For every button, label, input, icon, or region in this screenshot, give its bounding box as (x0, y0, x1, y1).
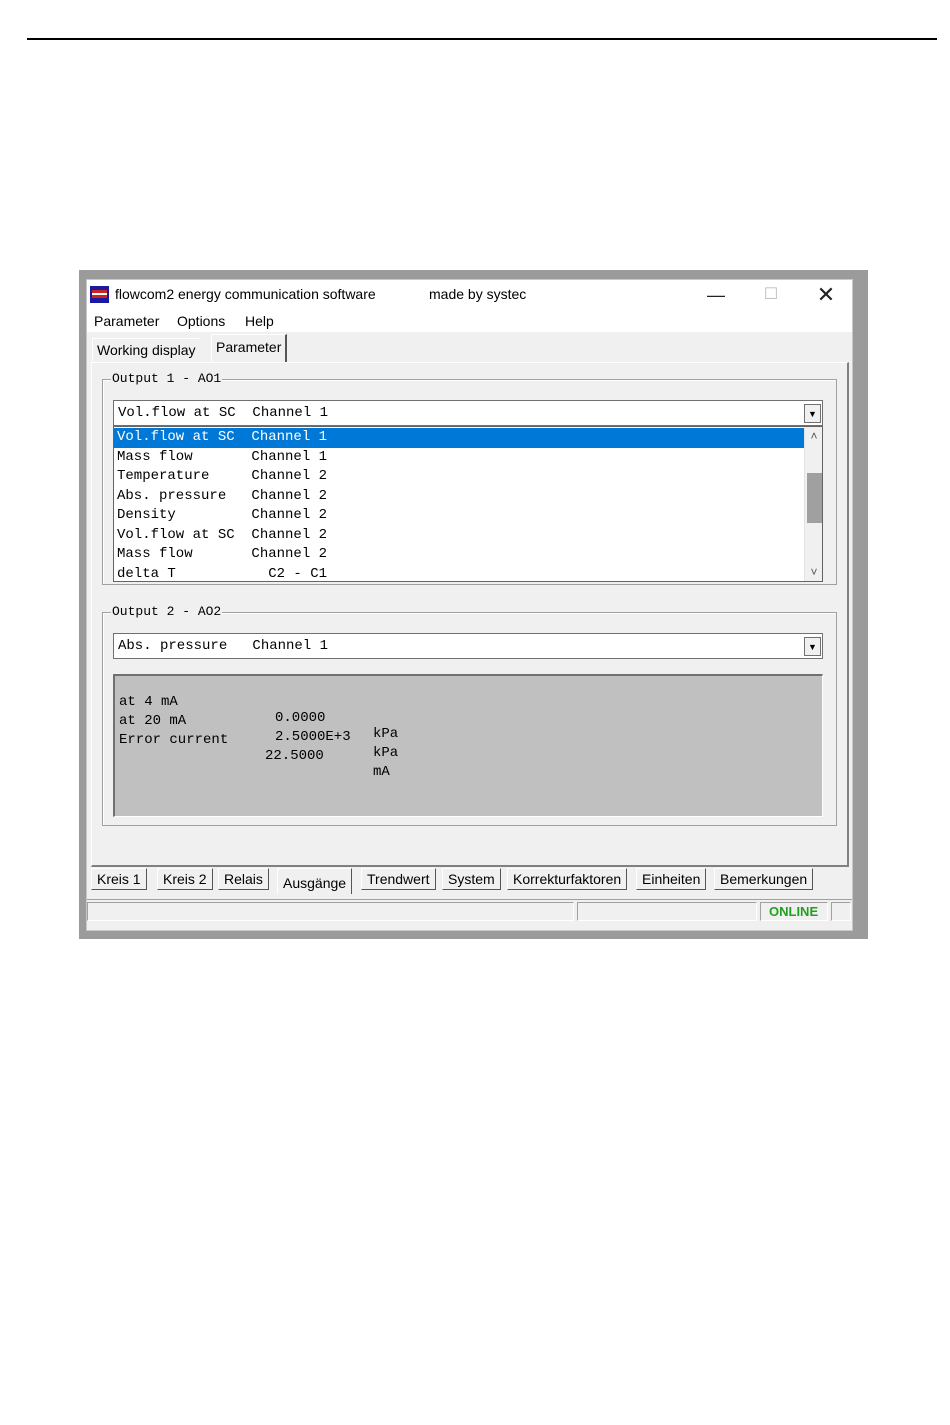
row-label: Error current (119, 732, 229, 748)
output2-selected-value: Abs. pressure Channel 1 (118, 638, 329, 654)
row-value: 0.0000 (275, 710, 326, 726)
list-item[interactable]: Vol.flow at SC Channel 2 (114, 526, 804, 546)
scrollbar-thumb[interactable] (807, 473, 822, 523)
tab-kreis-2[interactable]: Kreis 2 (157, 868, 213, 890)
window-title: flowcom2 energy communication software (115, 286, 376, 302)
output1-group: Output 1 - AO1 Vol.flow at SC Channel 1 … (102, 371, 837, 585)
list-item[interactable]: Vol.flow at SC Channel 1 (114, 428, 804, 448)
tab-einheiten[interactable]: Einheiten (636, 868, 707, 890)
status-panel: ONLINE (760, 902, 828, 921)
menu-bar: Parameter Options Help (87, 310, 852, 332)
row-unit: mA (373, 764, 390, 780)
minimize-button[interactable]: — (693, 280, 739, 310)
maximize-button[interactable]: ☐ (748, 280, 794, 310)
status-panel (831, 902, 851, 921)
output2-group: Output 2 - AO2 Abs. pressure Channel 1 ▼… (102, 604, 837, 826)
tab-ausgaenge[interactable]: Ausgänge (277, 868, 353, 894)
row-value: 22.5000 (265, 748, 324, 764)
list-item[interactable]: Temperature Channel 2 (114, 467, 804, 487)
table-row: at 20 mA 2.5000E+3 kPa (119, 697, 398, 761)
list-item[interactable]: Density Channel 2 (114, 506, 804, 526)
close-button[interactable]: ✕ (803, 280, 849, 310)
list-item[interactable]: Mass flow Channel 2 (114, 545, 804, 565)
row-unit: kPa (373, 726, 399, 742)
tab-trendwert[interactable]: Trendwert (361, 868, 436, 890)
output2-values-box: at 4 mA 0.0000 kPa at 20 mA 2.5000E+3 kP… (113, 674, 823, 817)
title-bar[interactable]: flowcom2 energy communication software m… (87, 280, 852, 310)
dropdown-arrow-icon[interactable]: ▼ (804, 637, 821, 656)
tab-relais[interactable]: Relais (218, 868, 269, 890)
screenshot-frame: flowcom2 energy communication software m… (79, 270, 868, 939)
status-panel (577, 902, 757, 921)
table-row: at 4 mA 0.0000 kPa (119, 678, 398, 742)
output2-select[interactable]: Abs. pressure Channel 1 ▼ (113, 633, 823, 659)
tab-korrekturfaktoren[interactable]: Korrekturfaktoren (507, 868, 628, 890)
tab-working-display[interactable]: Working display (92, 338, 200, 361)
parameter-panel: Output 1 - AO1 Vol.flow at SC Channel 1 … (91, 362, 849, 867)
dropdown-scrollbar[interactable]: ˄ ˅ (804, 427, 822, 581)
output1-select[interactable]: Vol.flow at SC Channel 1 ▼ (113, 400, 823, 426)
tab-system[interactable]: System (442, 868, 501, 890)
menu-options[interactable]: Options (177, 313, 225, 329)
app-logo-icon (90, 286, 109, 303)
list-item[interactable]: delta T C2 - C1 (114, 565, 804, 582)
connection-status: ONLINE (769, 904, 819, 919)
tab-kreis-1[interactable]: Kreis 1 (91, 868, 147, 890)
row-value: 2.5000E+3 (275, 729, 351, 745)
chevron-up-icon[interactable]: ˄ (805, 427, 822, 445)
output1-dropdown-list[interactable]: Vol.flow at SC Channel 1 Mass flow Chann… (113, 426, 823, 582)
menu-parameter[interactable]: Parameter (94, 313, 159, 329)
status-panel (87, 902, 574, 921)
chevron-down-icon[interactable]: ˅ (805, 563, 822, 581)
app-window: flowcom2 energy communication software m… (86, 279, 853, 931)
tab-bemerkungen[interactable]: Bemerkungen (714, 868, 814, 890)
list-item[interactable]: Abs. pressure Channel 2 (114, 487, 804, 507)
output1-selected-value: Vol.flow at SC Channel 1 (118, 405, 329, 421)
window-made-by: made by systec (429, 286, 527, 302)
output2-title: Output 2 - AO2 (111, 604, 223, 619)
output1-title: Output 1 - AO1 (111, 371, 223, 386)
bottom-tab-bar: Kreis 1 Kreis 2 Relais Ausgänge Trendwer… (87, 866, 852, 894)
row-unit: kPa (373, 745, 399, 761)
tab-parameter[interactable]: Parameter (211, 334, 288, 362)
list-item[interactable]: Mass flow Channel 1 (114, 448, 804, 468)
menu-help[interactable]: Help (245, 313, 274, 329)
status-bar: ONLINE (87, 899, 852, 921)
dropdown-arrow-icon[interactable]: ▼ (804, 404, 821, 423)
page-header-rule (27, 38, 937, 40)
table-row: Error current 22.5000 mA (119, 716, 390, 780)
